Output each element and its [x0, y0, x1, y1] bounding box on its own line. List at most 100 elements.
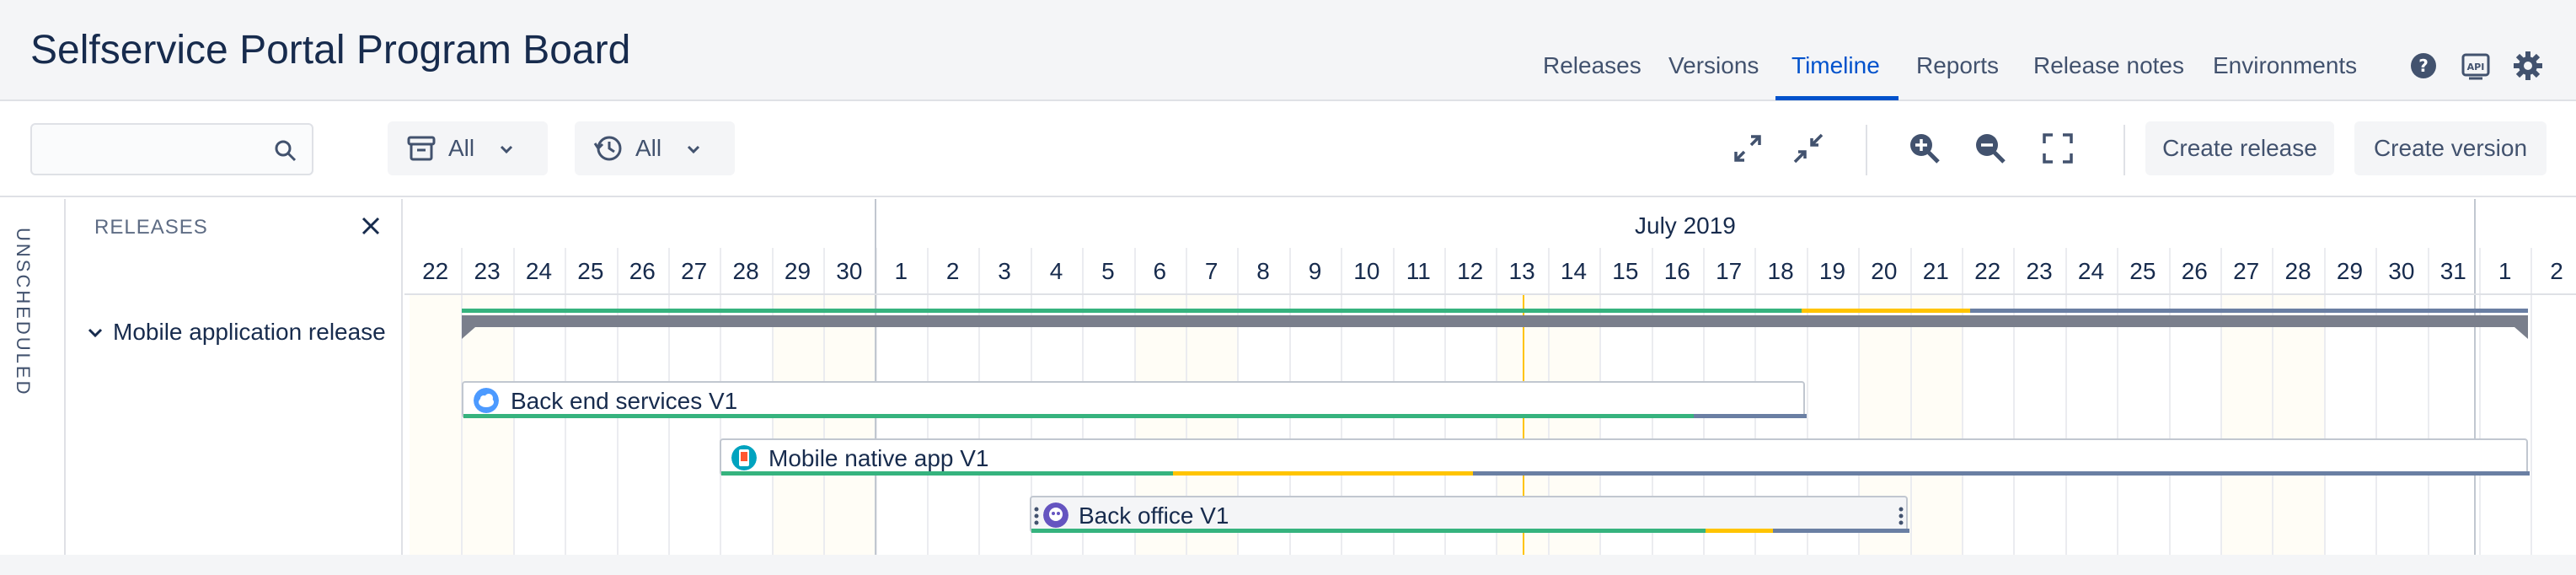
release-progress-segment: [1970, 309, 2528, 313]
release-bar[interactable]: [462, 315, 2528, 339]
version-name: Back office V1: [1079, 502, 1229, 529]
day-label: 10: [1353, 258, 1380, 284]
day-label: 11: [1406, 258, 1431, 284]
version-name: Mobile native app V1: [769, 445, 989, 471]
day-label: 6: [1153, 258, 1167, 284]
history-filter-dropdown[interactable]: All: [575, 121, 735, 175]
day-label: 19: [1818, 258, 1846, 284]
version-progress: [463, 414, 1807, 418]
version-name: Back end services V1: [511, 388, 738, 414]
day-label: 17: [1716, 258, 1743, 284]
day-gridline: [2117, 248, 2118, 575]
day-label: 2: [2550, 258, 2563, 284]
day-label: 9: [1308, 258, 1322, 284]
day-label: 26: [2181, 258, 2208, 284]
version-bar-mobile-native-app[interactable]: Mobile native app V1: [720, 438, 2530, 476]
day-label: 20: [1871, 258, 1898, 284]
day-label: 24: [525, 258, 553, 284]
day-label: 22: [422, 258, 449, 284]
day-label: 28: [2284, 258, 2311, 284]
day-gridline: [2065, 248, 2067, 575]
release-progress-segment: [1802, 309, 1970, 313]
page-title: Selfservice Portal Program Board: [30, 28, 631, 73]
day-label: 16: [1663, 258, 1690, 284]
tab-environments[interactable]: Environments: [2213, 52, 2357, 79]
search-input[interactable]: [30, 123, 313, 175]
fit-to-screen-icon[interactable]: [2039, 130, 2076, 167]
version-bar-back-end-services[interactable]: Back end services V1: [462, 381, 1807, 418]
day-label: 21: [1922, 258, 1949, 284]
cloud-icon: [474, 388, 499, 413]
tab-releases[interactable]: Releases: [1543, 52, 1641, 79]
toolbar-divider: [1866, 125, 1867, 175]
day-gridline: [2428, 248, 2429, 575]
archive-filter-value: All: [448, 135, 475, 161]
releases-panel: RELEASES Mobile application release: [67, 199, 403, 575]
day-label: 1: [894, 258, 908, 284]
day-gridline: [2220, 248, 2222, 575]
release-progress-bar: [462, 309, 2528, 313]
history-filter-value: All: [635, 135, 662, 161]
collapse-icon[interactable]: [1790, 130, 1827, 167]
day-label: 26: [629, 258, 656, 284]
unscheduled-label: UNSCHEDULED: [13, 228, 34, 397]
day-gridline: [2272, 248, 2273, 575]
month-label: July 2019: [1635, 212, 1736, 239]
version-bar-back-office[interactable]: Back office V1: [1030, 496, 1909, 533]
create-version-button[interactable]: Create version: [2354, 121, 2547, 175]
day-label: 5: [1101, 258, 1115, 284]
day-gridline: [2324, 248, 2326, 575]
day-label: 14: [1560, 258, 1588, 284]
chevron-down-icon: [500, 145, 513, 154]
day-gridline: [1962, 248, 1963, 575]
archive-filter-dropdown[interactable]: All: [388, 121, 548, 175]
day-label: 2: [945, 258, 960, 284]
release-progress-segment: [462, 309, 1802, 313]
zoom-in-icon[interactable]: [1906, 130, 1943, 167]
day-label: 18: [1767, 258, 1794, 284]
day-label: 22: [1974, 258, 2001, 284]
day-label: 1: [2498, 258, 2512, 284]
release-item-label: Mobile application release: [113, 319, 386, 345]
tab-timeline[interactable]: Timeline: [1791, 52, 1880, 79]
day-label: 4: [1049, 258, 1063, 284]
day-gridline: [2530, 248, 2532, 575]
toolbar-divider: [2123, 125, 2125, 175]
day-label: 24: [2077, 258, 2105, 284]
day-gridline: [2375, 248, 2377, 575]
tab-release-notes[interactable]: Release notes: [2033, 52, 2184, 79]
expand-icon[interactable]: [1729, 130, 1766, 167]
api-icon[interactable]: API: [2459, 49, 2493, 83]
chevron-down-icon[interactable]: [86, 324, 104, 342]
day-label: 23: [2026, 258, 2053, 284]
gear-icon[interactable]: [2511, 49, 2545, 83]
days-header: 22 23 24 25 26 27 28 29 30 1 2 3 4 5 6 7 8 9 10 11 12 13 14 15 1…: [404, 248, 2576, 295]
drag-handle-right-icon[interactable]: [1898, 506, 1904, 526]
archive-icon: [407, 136, 436, 161]
horizontal-scrollbar-track[interactable]: [0, 555, 2576, 575]
day-label: 30: [2388, 258, 2415, 284]
day-label: 30: [836, 258, 863, 284]
tab-versions[interactable]: Versions: [1668, 52, 1759, 79]
day-label: 3: [998, 258, 1011, 284]
zoom-out-icon[interactable]: [1972, 130, 2009, 167]
day-label: 12: [1457, 258, 1484, 284]
unscheduled-panel-tab[interactable]: UNSCHEDULED: [0, 199, 66, 575]
active-tab-indicator: [1775, 96, 1899, 100]
day-gridline: [1910, 248, 1912, 575]
weekend-shade: [410, 295, 462, 575]
help-icon[interactable]: ?: [2407, 49, 2440, 83]
version-progress: [721, 471, 2530, 476]
day-label: 29: [784, 258, 811, 284]
day-gridline: [2169, 248, 2171, 575]
day-gridline: [2479, 248, 2481, 575]
day-label: 25: [577, 258, 604, 284]
search-icon: [275, 140, 297, 162]
month-header: July 2019: [404, 199, 2576, 248]
phone-app-icon: [731, 445, 757, 470]
drag-handle-left-icon[interactable]: [1033, 506, 1040, 526]
tab-reports[interactable]: Reports: [1916, 52, 1999, 79]
create-release-button[interactable]: Create release: [2145, 121, 2334, 175]
releases-heading: RELEASES: [94, 216, 208, 239]
close-icon[interactable]: [359, 214, 383, 238]
